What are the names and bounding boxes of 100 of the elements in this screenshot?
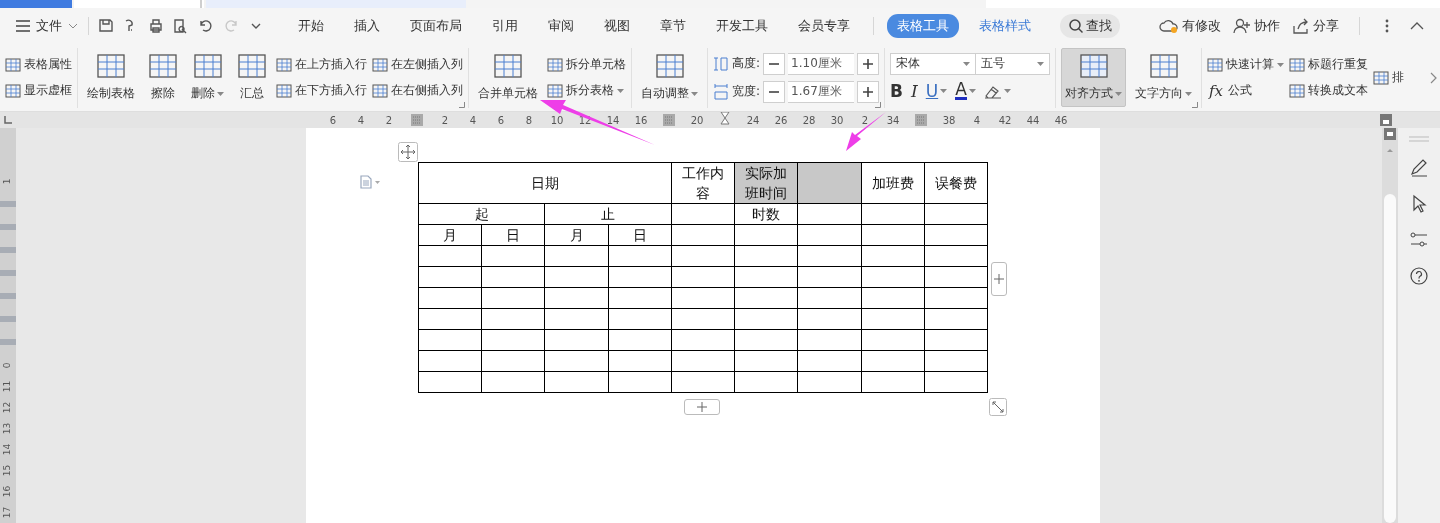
ruler-number: 38 bbox=[941, 114, 957, 126]
ribbon-button[interactable]: fx 公式 bbox=[1207, 79, 1285, 102]
person-add-icon bbox=[1233, 18, 1251, 34]
caret-icon bbox=[617, 88, 624, 93]
ruler-number: 11 bbox=[1, 380, 14, 393]
caret-icon bbox=[1037, 61, 1045, 66]
ribbon-button[interactable]: 在右侧插入列 bbox=[372, 79, 463, 102]
toolbar-action[interactable]: 协作 bbox=[1233, 17, 1280, 35]
size-field[interactable]: 1.10厘米 bbox=[788, 52, 855, 75]
save-icon[interactable] bbox=[97, 17, 115, 35]
table-icon bbox=[276, 57, 292, 72]
ribbon-tab[interactable]: 章节 bbox=[650, 14, 696, 38]
resize-handle-icon[interactable] bbox=[989, 398, 1007, 416]
ribbon-tab[interactable]: 会员专享 bbox=[788, 14, 860, 38]
ribbon-tab[interactable]: 插入 bbox=[344, 14, 390, 38]
launcher-icon[interactable] bbox=[875, 101, 882, 108]
column-marker-icon[interactable] bbox=[915, 114, 927, 126]
ribbon-button[interactable]: 显示虚框 bbox=[5, 79, 72, 102]
search-button[interactable]: 查找 bbox=[1060, 14, 1120, 38]
ruler-number: 2 bbox=[440, 114, 450, 126]
column-marker-icon[interactable] bbox=[663, 114, 675, 126]
ribbon-tab[interactable]: 页面布局 bbox=[400, 14, 472, 38]
plus-icon bbox=[697, 402, 707, 412]
ribbon-tab[interactable]: 引用 bbox=[482, 14, 528, 38]
ribbon-button[interactable]: 表格属性 bbox=[5, 53, 72, 76]
column-marker-icon[interactable] bbox=[411, 114, 423, 126]
move-handle-icon[interactable] bbox=[398, 142, 418, 162]
table-icon bbox=[5, 57, 21, 72]
ribbon-button[interactable]: 文字方向 bbox=[1131, 48, 1197, 107]
ribbon-button[interactable]: 排 bbox=[1373, 66, 1405, 89]
ruler-number: 2 bbox=[860, 114, 870, 126]
ruler-toggle-icon[interactable] bbox=[1380, 114, 1392, 126]
size-field[interactable]: 1.67厘米 bbox=[788, 80, 855, 103]
ribbon-button[interactable]: 在左侧插入列 bbox=[372, 53, 463, 76]
ribbon-button[interactable]: 拆分表格 bbox=[547, 79, 626, 102]
format-button[interactable]: I bbox=[911, 80, 918, 101]
ribbon-button[interactable]: 合并单元格 bbox=[474, 48, 542, 107]
ruler-number: 4 bbox=[356, 114, 366, 126]
increment-button[interactable] bbox=[857, 80, 880, 103]
ruler-number: 4 bbox=[972, 114, 982, 126]
more-icon[interactable] bbox=[1384, 18, 1390, 34]
print-icon[interactable] bbox=[147, 17, 165, 35]
table-cell: 实际加班时间 bbox=[734, 162, 798, 204]
increment-button[interactable] bbox=[857, 52, 880, 75]
ribbon-button[interactable]: 绘制表格 bbox=[83, 48, 139, 107]
ribbon-button[interactable]: 快速计算 bbox=[1207, 53, 1285, 76]
scroll-right-icon[interactable] bbox=[1430, 72, 1438, 84]
ruler-number: 0 bbox=[1, 362, 14, 369]
table-icon bbox=[372, 83, 388, 98]
sliders-icon[interactable] bbox=[1409, 230, 1429, 250]
table-icon bbox=[654, 53, 685, 79]
caret-icon bbox=[68, 23, 78, 29]
field-label: 宽度: bbox=[732, 83, 761, 100]
table-cell: 工作内容 bbox=[671, 162, 735, 204]
ribbon-button[interactable]: 标题行重复 bbox=[1289, 53, 1369, 76]
launcher-icon[interactable] bbox=[1192, 101, 1199, 108]
font-dropdown[interactable]: 宋体 bbox=[890, 52, 977, 75]
plus-icon bbox=[994, 274, 1004, 284]
ribbon-tab[interactable]: 表格样式 bbox=[969, 14, 1041, 38]
indent-marker-icon[interactable] bbox=[720, 112, 730, 128]
ruler-number: 8 bbox=[524, 114, 534, 126]
ribbon-tab[interactable]: 开发工具 bbox=[706, 14, 778, 38]
ribbon-tab[interactable]: 视图 bbox=[594, 14, 640, 38]
format-button[interactable]: U bbox=[925, 80, 948, 101]
scrollbar-drawing[interactable] bbox=[1382, 128, 1398, 523]
resize-icon bbox=[713, 83, 729, 100]
launcher-icon[interactable] bbox=[459, 101, 465, 108]
format-button[interactable]: A bbox=[955, 81, 976, 100]
ribbon-button[interactable]: 在上方插入行 bbox=[276, 53, 367, 76]
ribbon-button[interactable]: 对齐方式 bbox=[1061, 48, 1127, 107]
toolbar-action[interactable]: 有修改 bbox=[1159, 17, 1221, 35]
toolbar-action[interactable]: 分享 bbox=[1292, 17, 1339, 35]
table-cell: 止 bbox=[544, 203, 672, 225]
ribbon-tab[interactable]: 表格工具 bbox=[887, 14, 959, 38]
font-size-dropdown[interactable]: 五号 bbox=[976, 52, 1051, 75]
ribbon-button[interactable]: 在下方插入行 bbox=[276, 79, 367, 102]
pencil-icon[interactable] bbox=[1409, 158, 1429, 178]
ribbon-button[interactable]: 汇总 bbox=[233, 48, 271, 107]
table-cell: 时数 bbox=[734, 203, 798, 225]
handle-icon[interactable] bbox=[1409, 136, 1429, 142]
ruler-number: 42 bbox=[997, 114, 1013, 126]
undo-icon[interactable] bbox=[197, 17, 215, 35]
help-icon[interactable] bbox=[1409, 266, 1429, 286]
ribbon-button[interactable]: 转换成文本 bbox=[1289, 79, 1369, 102]
ruler-number: 6 bbox=[496, 114, 506, 126]
ribbon-button[interactable]: 拆分单元格 bbox=[547, 53, 626, 76]
ribbon-button[interactable]: 删除 bbox=[187, 48, 228, 107]
collapse-icon[interactable] bbox=[1410, 22, 1424, 30]
plus-icon bbox=[863, 86, 874, 97]
tab-stop-icon[interactable] bbox=[4, 116, 12, 124]
table-icon bbox=[547, 83, 563, 98]
format-button[interactable]: B bbox=[890, 80, 903, 101]
file-menu[interactable]: 文件 bbox=[14, 13, 80, 39]
ribbon-tab[interactable]: 审阅 bbox=[538, 14, 584, 38]
decrement-button[interactable] bbox=[763, 52, 786, 75]
ribbon-button[interactable]: 擦除 bbox=[144, 48, 182, 107]
table-cell: 月 bbox=[544, 224, 609, 246]
ribbon-tab[interactable]: 开始 bbox=[288, 14, 334, 38]
decrement-button[interactable] bbox=[763, 80, 786, 103]
ribbon-button[interactable]: 自动调整 bbox=[637, 48, 702, 107]
